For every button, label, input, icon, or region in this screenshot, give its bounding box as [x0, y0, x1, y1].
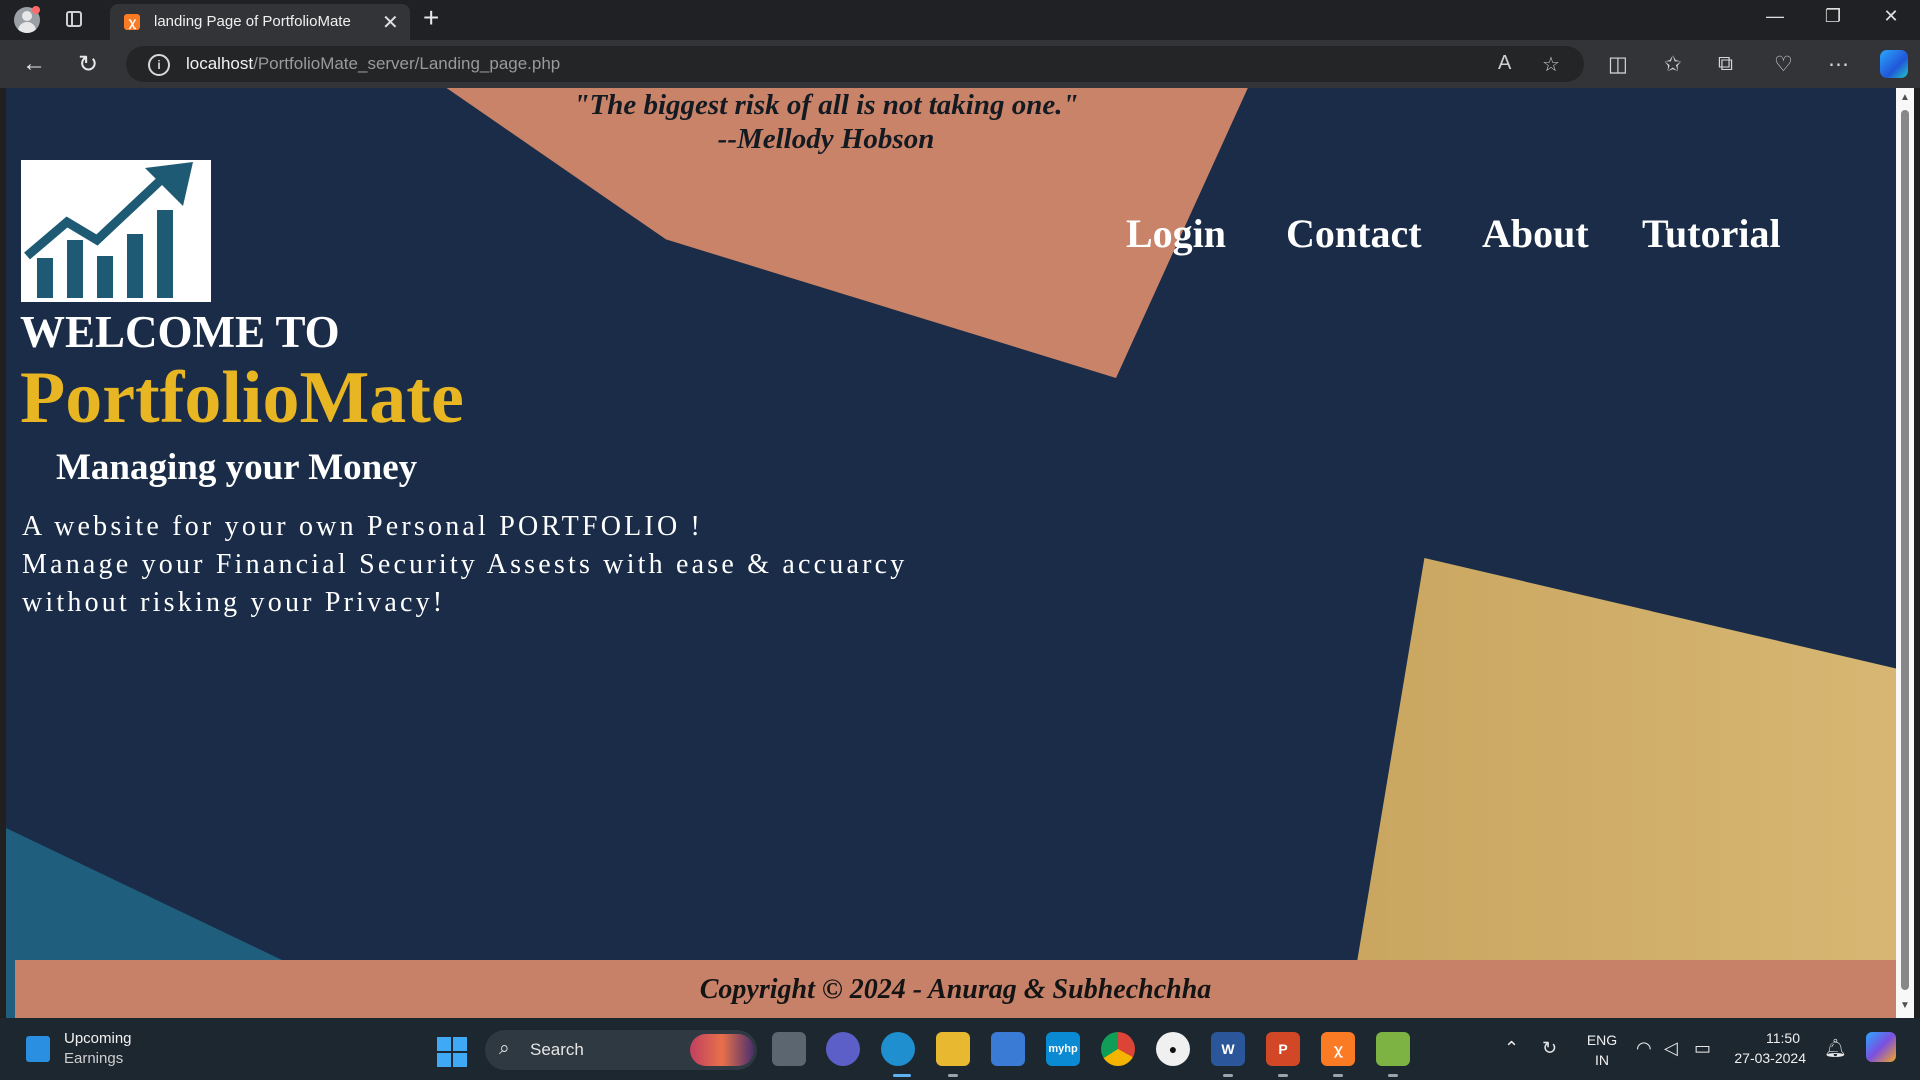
stocks-widget-icon[interactable] — [26, 1036, 50, 1062]
quote-author: --Mellody Hobson — [717, 123, 935, 155]
copyright-text: Copyright © 2024 - Anurag & Subhechchha — [699, 974, 1212, 1005]
widget-title[interactable]: Upcoming — [64, 1030, 132, 1047]
favorite-star-icon[interactable]: ☆ — [1542, 52, 1560, 77]
task-view-icon[interactable] — [772, 1032, 806, 1066]
description: A website for your own Personal PORTFOLI… — [22, 508, 1022, 622]
description-line: A website for your own Personal PORTFOLI… — [22, 511, 704, 542]
description-line: Manage your Financial Security Assests w… — [22, 549, 908, 580]
nav-about[interactable]: About — [1482, 210, 1589, 257]
search-icon: ⌕ — [499, 1038, 510, 1059]
portfoliomate-logo — [21, 160, 211, 302]
tagline: Managing your Money — [56, 447, 418, 488]
language-region[interactable]: IN — [1584, 1052, 1620, 1068]
windows-taskbar: Upcoming Earnings ⌕ Search myhp ● W P ꭓ … — [0, 1018, 1920, 1080]
new-tab-button[interactable]: + — [423, 2, 439, 34]
collections-icon[interactable]: ⧉ — [1718, 52, 1733, 76]
read-aloud-icon[interactable]: A — [1498, 52, 1511, 75]
browser-essentials-icon[interactable]: ♡ — [1774, 52, 1793, 77]
running-indicator — [948, 1074, 958, 1077]
window-close-button[interactable]: ✕ — [1868, 6, 1914, 27]
site-info-icon[interactable]: i — [148, 54, 170, 76]
scroll-up-icon[interactable]: ▲ — [1900, 92, 1910, 103]
running-indicator — [1223, 1074, 1233, 1077]
clock-date[interactable]: 27-03-2024 — [1726, 1050, 1806, 1066]
nav-login[interactable]: Login — [1126, 210, 1226, 257]
tab-title: landing Page of PortfolioMate — [154, 13, 351, 30]
url-path: /PortfolioMate_server/Landing_page.php — [253, 54, 561, 73]
chevron-up-icon[interactable]: ⌃ — [1504, 1038, 1519, 1059]
xampp-icon[interactable]: ꭓ — [1321, 1032, 1355, 1066]
refresh-button[interactable]: ↻ — [78, 50, 98, 79]
browser-tab-active[interactable]: ꭓ landing Page of PortfolioMate ✕ — [110, 4, 410, 40]
running-indicator — [1388, 1074, 1398, 1077]
browser-titlebar: ꭓ landing Page of PortfolioMate ✕ + — ❐ … — [0, 0, 1920, 40]
search-highlight-image — [690, 1034, 754, 1066]
nav-contact[interactable]: Contact — [1286, 210, 1422, 257]
copilot-taskbar-icon[interactable] — [1866, 1032, 1896, 1062]
quote: "The biggest risk of all is not taking o… — [536, 88, 1116, 156]
landing-page: "The biggest risk of all is not taking o… — [6, 88, 1896, 1018]
sync-icon[interactable]: ↻ — [1542, 1038, 1557, 1059]
running-indicator — [1278, 1074, 1288, 1077]
welcome-heading: WELCOME TO — [20, 307, 340, 357]
store-icon[interactable] — [991, 1032, 1025, 1066]
page-scrollbar[interactable]: ▲ ▼ — [1896, 88, 1914, 1018]
url-text[interactable]: localhost/PortfolioMate_server/Landing_p… — [186, 54, 560, 74]
xampp-favicon-icon: ꭓ — [124, 14, 140, 30]
language-code[interactable]: ENG — [1584, 1032, 1620, 1048]
notepad-icon[interactable] — [1376, 1032, 1410, 1066]
chrome-icon[interactable] — [1101, 1032, 1135, 1066]
github-icon[interactable]: ● — [1156, 1032, 1190, 1066]
search-label: Search — [530, 1040, 584, 1059]
more-menu-icon[interactable]: ⋯ — [1828, 52, 1849, 77]
taskbar-search[interactable]: ⌕ Search — [485, 1030, 757, 1070]
nav-tutorial[interactable]: Tutorial — [1642, 210, 1781, 257]
browser-toolbar: ← ↻ i localhost/PortfolioMate_server/Lan… — [0, 40, 1920, 88]
wifi-icon[interactable]: ◠ — [1636, 1038, 1652, 1059]
running-indicator — [1333, 1074, 1343, 1077]
windows-start-icon[interactable] — [437, 1037, 467, 1067]
minimize-button[interactable]: — — [1752, 6, 1798, 27]
background-gold-shape — [1346, 558, 1896, 1018]
battery-icon[interactable]: ▭ — [1694, 1038, 1711, 1059]
clock-time[interactable]: 11:50 — [1736, 1030, 1800, 1046]
growth-chart-icon — [24, 162, 193, 298]
notification-bell-icon[interactable]: 🔔︎ — [1824, 1038, 1847, 1059]
description-line: without risking your Privacy! — [22, 587, 446, 618]
footer: Copyright © 2024 - Anurag & Subhechchha — [15, 960, 1896, 1018]
copilot-icon[interactable] — [1880, 50, 1908, 78]
quote-text: "The biggest risk of all is not taking o… — [573, 89, 1079, 121]
powerpoint-icon[interactable]: P — [1266, 1032, 1300, 1066]
split-screen-icon[interactable]: ◫ — [1608, 52, 1628, 77]
edge-active-indicator — [893, 1074, 911, 1077]
back-button[interactable]: ← — [22, 50, 46, 78]
widget-subtitle[interactable]: Earnings — [64, 1050, 123, 1067]
tab-close-icon[interactable]: ✕ — [382, 10, 399, 35]
favorites-icon[interactable]: ✩ — [1664, 52, 1682, 77]
chat-icon[interactable] — [826, 1032, 860, 1066]
file-explorer-icon[interactable] — [936, 1032, 970, 1066]
url-host: localhost — [186, 54, 254, 73]
word-icon[interactable]: W — [1211, 1032, 1245, 1066]
volume-icon[interactable]: ◁ — [1664, 1038, 1678, 1059]
edge-icon[interactable] — [881, 1032, 915, 1066]
notification-dot-icon — [32, 6, 40, 14]
address-bar[interactable]: i localhost/PortfolioMate_server/Landing… — [126, 46, 1584, 82]
restore-button[interactable]: ❐ — [1810, 6, 1856, 27]
scroll-down-icon[interactable]: ▼ — [1900, 1000, 1910, 1011]
scroll-thumb[interactable] — [1901, 110, 1909, 990]
tab-actions-icon[interactable] — [66, 11, 82, 27]
brand-title: PortfolioMate — [20, 357, 464, 439]
myhp-icon[interactable]: myhp — [1046, 1032, 1080, 1066]
